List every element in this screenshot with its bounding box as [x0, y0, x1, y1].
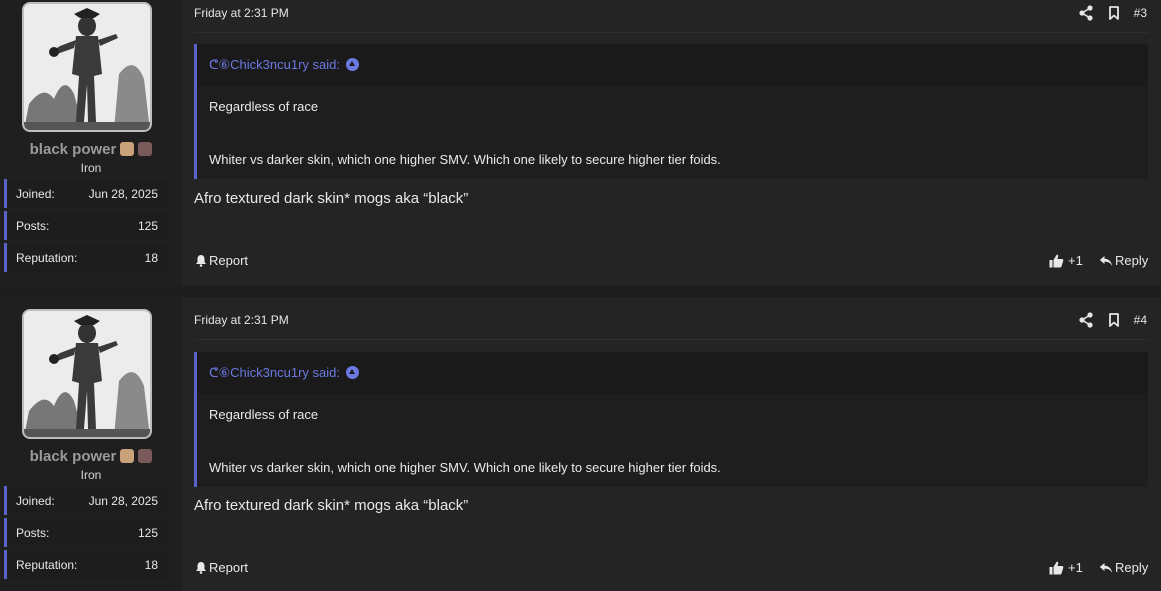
fist-emoji-icon	[138, 142, 153, 156]
quote-block: ᕦ⑥Chick3ncu1ry said: Regardless of race …	[194, 44, 1148, 179]
stat-label: Reputation:	[16, 251, 78, 265]
stat-label: Reputation:	[16, 558, 78, 572]
quote-line: Whiter vs darker skin, which one higher …	[209, 460, 721, 475]
banner-emoji-icon	[120, 142, 135, 156]
quote-line: Regardless of race	[209, 99, 319, 114]
quote-author-link[interactable]: ᕦ⑥Chick3ncu1ry said:	[209, 365, 359, 381]
quote-author[interactable]: ᕦ⑥Chick3ncu1ry said:	[209, 365, 340, 380]
user-rank: Iron	[80, 468, 102, 482]
reaction-count[interactable]: +1	[1068, 560, 1083, 575]
stat-joined: Joined: Jun 28, 2025	[4, 486, 168, 515]
stat-value: 18	[144, 558, 158, 572]
quote-block: ᕦ⑥Chick3ncu1ry said: Regardless of race …	[194, 352, 1148, 487]
reaction-summary[interactable]: +1	[1049, 560, 1083, 575]
reaction-summary[interactable]: +1	[1049, 253, 1083, 268]
reply-icon	[1099, 255, 1113, 266]
bookmark-icon[interactable]	[1106, 312, 1122, 328]
username-text[interactable]: black power	[30, 141, 117, 158]
post-number[interactable]: #3	[1134, 6, 1147, 20]
stat-label: Posts:	[16, 526, 50, 540]
arrow-up-circle-icon[interactable]	[345, 58, 359, 71]
username[interactable]: black power	[0, 141, 182, 158]
report-button[interactable]: Report	[195, 560, 248, 575]
share-icon[interactable]	[1078, 312, 1094, 328]
stat-value: 18	[144, 251, 158, 265]
arrow-up-circle-icon[interactable]	[345, 366, 359, 379]
banner-emoji-icon	[120, 449, 135, 463]
report-label[interactable]: Report	[209, 253, 248, 268]
post-message: Afro textured dark skin* mogs aka “black…	[194, 497, 469, 514]
thumbs-up-icon[interactable]	[1049, 561, 1064, 575]
stat-value: 125	[137, 219, 158, 233]
reaction-count[interactable]: +1	[1068, 253, 1083, 268]
post-message: Afro textured dark skin* mogs aka “black…	[194, 190, 469, 207]
avatar-image	[24, 4, 150, 130]
quote-author-link[interactable]: ᕦ⑥Chick3ncu1ry said:	[209, 57, 359, 73]
stat-label: Joined:	[16, 187, 55, 201]
report-button[interactable]: Report	[195, 253, 248, 268]
share-icon[interactable]	[1078, 5, 1094, 21]
post-4: black power Iron Joined: Jun 28, 2025 Po…	[0, 297, 1161, 591]
quote-line: Regardless of race	[209, 407, 319, 422]
user-info-panel: black power Iron Joined: Jun 28, 2025 Po…	[0, 0, 182, 286]
stat-value: Jun 28, 2025	[88, 494, 158, 508]
username[interactable]: black power	[0, 448, 182, 465]
quote-header: ᕦ⑥Chick3ncu1ry said:	[197, 352, 1148, 394]
avatar[interactable]	[22, 2, 152, 132]
stat-posts: Posts: 125	[4, 211, 168, 240]
divider	[194, 339, 1148, 340]
avatar-image	[24, 311, 150, 437]
thumbs-up-icon[interactable]	[1049, 254, 1064, 268]
user-info-panel: black power Iron Joined: Jun 28, 2025 Po…	[0, 297, 182, 591]
reply-icon	[1099, 562, 1113, 573]
user-rank: Iron	[80, 161, 102, 175]
quote-line: Whiter vs darker skin, which one higher …	[209, 152, 721, 167]
stat-label: Joined:	[16, 494, 55, 508]
stat-joined: Joined: Jun 28, 2025	[4, 179, 168, 208]
divider	[194, 32, 1148, 33]
post-tools: #4	[1078, 311, 1147, 329]
post-number[interactable]: #4	[1134, 313, 1147, 327]
quote-author[interactable]: ᕦ⑥Chick3ncu1ry said:	[209, 57, 340, 72]
bell-icon	[196, 562, 206, 574]
bookmark-icon[interactable]	[1106, 5, 1122, 21]
stat-reputation: Reputation: 18	[4, 243, 168, 272]
post-tools: #3	[1078, 4, 1147, 22]
post-3: black power Iron Joined: Jun 28, 2025 Po…	[0, 0, 1161, 286]
reply-label[interactable]: Reply	[1115, 560, 1148, 575]
quote-header: ᕦ⑥Chick3ncu1ry said:	[197, 44, 1148, 86]
fist-emoji-icon	[138, 449, 153, 463]
stat-value: 125	[137, 526, 158, 540]
reply-button[interactable]: Reply	[1099, 253, 1148, 268]
reply-button[interactable]: Reply	[1099, 560, 1148, 575]
stat-reputation: Reputation: 18	[4, 550, 168, 579]
post-separator	[0, 286, 1161, 297]
bell-icon	[196, 255, 206, 267]
username-text[interactable]: black power	[30, 448, 117, 465]
reply-label[interactable]: Reply	[1115, 253, 1148, 268]
stat-value: Jun 28, 2025	[88, 187, 158, 201]
avatar[interactable]	[22, 309, 152, 439]
stat-posts: Posts: 125	[4, 518, 168, 547]
post-timestamp[interactable]: Friday at 2:31 PM	[194, 313, 289, 327]
report-label[interactable]: Report	[209, 560, 248, 575]
post-timestamp[interactable]: Friday at 2:31 PM	[194, 6, 289, 20]
stat-label: Posts:	[16, 219, 50, 233]
